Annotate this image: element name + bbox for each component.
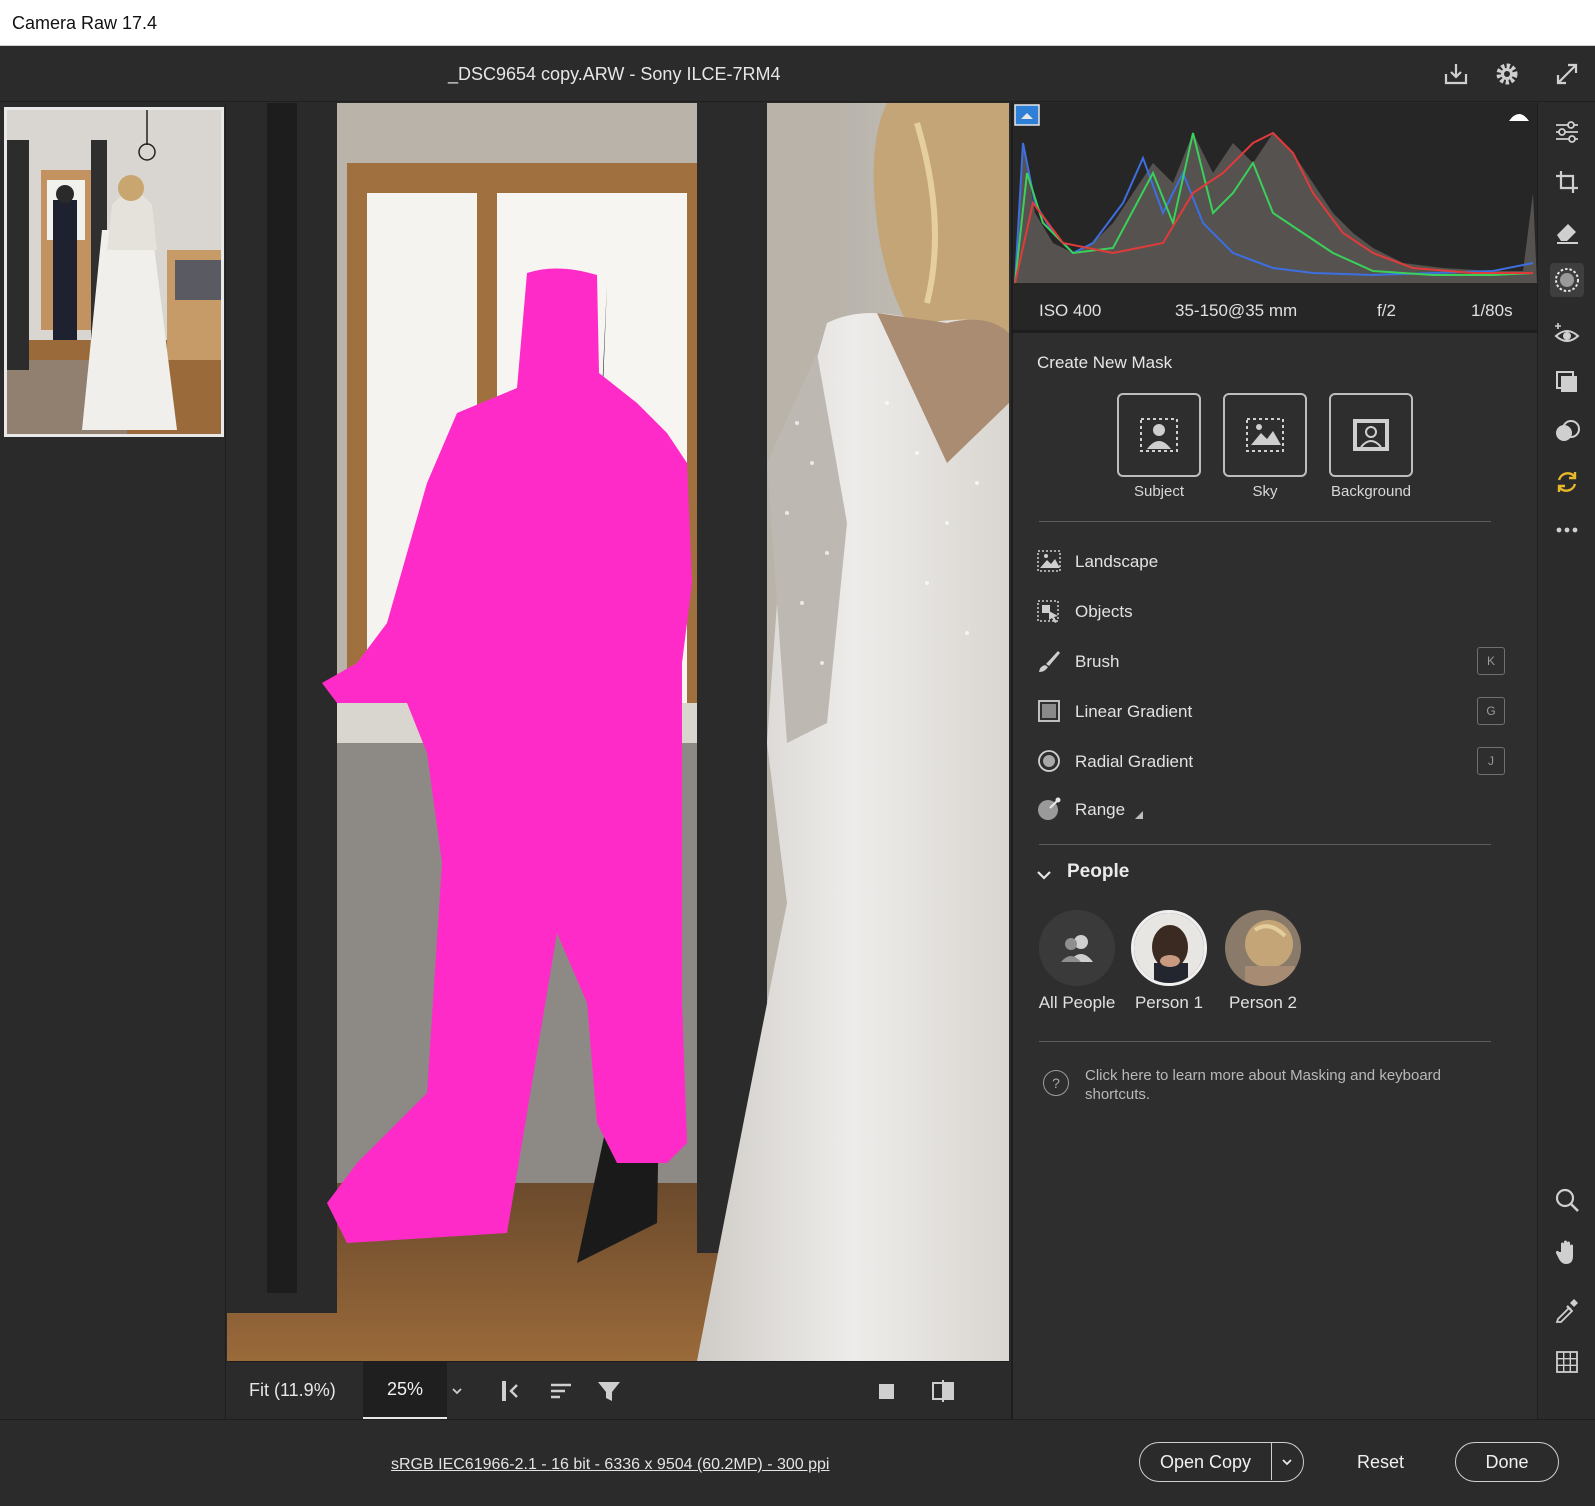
create-new-mask-title: Create New Mask [1037, 353, 1173, 372]
landscape-tool[interactable]: Landscape [1035, 543, 1495, 579]
linear-gradient-tool[interactable]: Linear Gradient G [1035, 693, 1505, 729]
background-label: Background [1330, 483, 1412, 500]
zoom-level-button[interactable]: 25% [363, 1362, 447, 1420]
person-2-avatar[interactable] [1225, 910, 1301, 986]
shutter-value: 1/80s [1471, 301, 1513, 320]
landscape-icon [1035, 547, 1063, 575]
redeye-icon[interactable] [1550, 317, 1584, 351]
more-icon[interactable] [1550, 513, 1584, 547]
radial-gradient-icon [1035, 747, 1063, 775]
divider [1039, 521, 1491, 522]
sky-icon [1246, 418, 1284, 452]
open-copy-button[interactable]: Open Copy [1139, 1442, 1304, 1482]
filmstrip-thumbnail[interactable] [4, 107, 224, 437]
tool-label: Linear Gradient [1075, 702, 1193, 721]
masking-icon[interactable] [1550, 263, 1584, 297]
linear-gradient-icon [1035, 697, 1063, 725]
footer-bar: sRGB IEC61966-2.1 - 16 bit - 6336 x 9504… [0, 1419, 1595, 1506]
subject-label: Subject [1133, 483, 1185, 500]
window-titlebar: Camera Raw 17.4 [0, 0, 1595, 46]
canvas-toolbar: Fit (11.9%) 25% [227, 1361, 1009, 1420]
window-title: Camera Raw 17.4 [12, 13, 158, 33]
masking-panel: ISO 400 35-150@35 mm f/2 1/80s Create Ne… [1011, 103, 1539, 1419]
subject-icon [1140, 418, 1178, 452]
radial-gradient-tool[interactable]: Radial Gradient J [1035, 743, 1505, 779]
submenu-triangle-icon [1135, 811, 1143, 819]
brush-tool[interactable]: Brush K [1035, 643, 1505, 679]
zoom-icon[interactable] [1550, 1183, 1584, 1217]
tool-label: Landscape [1075, 552, 1159, 571]
chevron-down-icon[interactable] [1280, 1456, 1294, 1468]
objects-icon [1035, 597, 1063, 625]
aperture-value: f/2 [1377, 301, 1396, 320]
sky-label: Sky [1252, 483, 1278, 500]
filmstrip-toggle-icon[interactable] [495, 1375, 527, 1407]
gear-icon[interactable] [1491, 58, 1523, 90]
sky-mask-button[interactable] [1223, 393, 1307, 477]
objects-tool[interactable]: Objects [1035, 593, 1495, 629]
save-icon[interactable] [1440, 58, 1472, 90]
tool-label: Objects [1075, 602, 1133, 621]
background-mask-button[interactable] [1329, 393, 1413, 477]
header-bar: _DSC9654 copy.ARW - Sony ILCE-7RM4 [0, 46, 1595, 102]
crop-icon[interactable] [1550, 165, 1584, 199]
lens-value: 35-150@35 mm [1175, 301, 1298, 320]
blend-icon[interactable] [1550, 415, 1584, 449]
grid-icon[interactable] [1550, 1345, 1584, 1379]
done-button[interactable]: Done [1455, 1442, 1559, 1482]
subject-mask-button[interactable] [1117, 393, 1201, 477]
person-2-label: Person 2 [1228, 993, 1298, 1012]
exif-readout: ISO 400 35-150@35 mm f/2 1/80s [1013, 289, 1539, 333]
background-icon [1353, 419, 1389, 451]
before-after-icon[interactable] [927, 1375, 959, 1407]
eyedropper-icon[interactable] [1550, 1293, 1584, 1327]
eraser-icon[interactable] [1550, 215, 1584, 249]
person-1-avatar[interactable] [1131, 910, 1207, 986]
person-1-label: Person 1 [1134, 993, 1204, 1012]
divider [1039, 844, 1491, 845]
histogram [1013, 103, 1539, 289]
shortcut-key: J [1477, 747, 1505, 775]
range-icon [1035, 795, 1063, 823]
brush-icon [1035, 647, 1063, 675]
fullscreen-icon[interactable] [1551, 58, 1583, 90]
file-title: _DSC9654 copy.ARW - Sony ILCE-7RM4 [448, 64, 781, 84]
tool-label: Radial Gradient [1075, 752, 1194, 771]
all-people-label: All People [1038, 993, 1116, 1012]
help-text: Click here to learn more about Masking a… [1085, 1067, 1442, 1103]
iso-value: ISO 400 [1039, 301, 1102, 320]
fit-zoom-button[interactable]: Fit (11.9%) [249, 1380, 336, 1401]
range-tool[interactable]: Range [1035, 791, 1495, 827]
single-view-icon[interactable] [871, 1375, 903, 1407]
presets-icon[interactable] [1550, 365, 1584, 399]
image-canvas[interactable] [227, 103, 1009, 1361]
sort-icon[interactable] [545, 1375, 577, 1407]
shortcut-key: K [1477, 647, 1505, 675]
people-section-title[interactable]: People [1067, 861, 1129, 883]
hand-icon[interactable] [1550, 1235, 1584, 1269]
filmstrip [0, 103, 226, 1419]
divider [1039, 1041, 1491, 1042]
chevron-down-icon[interactable] [441, 1375, 473, 1407]
help-icon: ? [1043, 1070, 1069, 1096]
tool-label: Brush [1075, 652, 1120, 671]
edit-sliders-icon[interactable] [1550, 115, 1584, 149]
workflow-options-link[interactable]: sRGB IEC61966-2.1 - 16 bit - 6336 x 9504… [391, 1456, 829, 1474]
divider [1271, 1443, 1272, 1480]
all-people-avatar[interactable] [1039, 910, 1115, 986]
open-copy-label: Open Copy [1160, 1451, 1252, 1472]
reset-button[interactable]: Reset [1357, 1452, 1404, 1473]
tool-rail [1537, 103, 1595, 1419]
tool-label: Range [1075, 800, 1126, 819]
chevron-down-icon[interactable] [1035, 866, 1053, 884]
shortcut-key: G [1477, 697, 1505, 725]
sync-icon[interactable] [1550, 465, 1584, 499]
filter-icon[interactable] [593, 1375, 625, 1407]
